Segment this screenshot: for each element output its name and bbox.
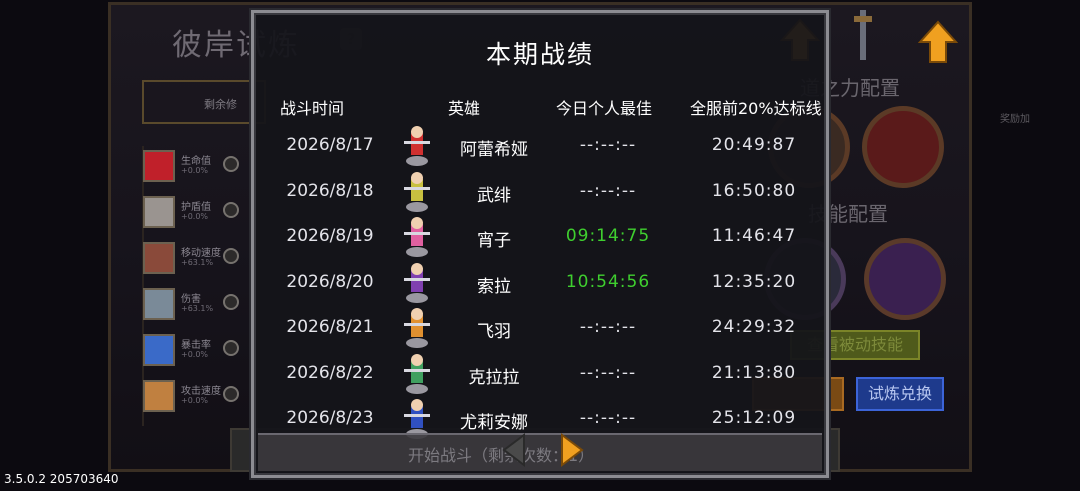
attribute-label: 伤害 [181,294,201,305]
hero-avatar-icon [404,353,430,394]
dao-slot-2[interactable] [862,106,944,188]
boot-icon [143,242,175,274]
attribute-minus-button[interactable] [223,156,239,172]
attribute-minus-button[interactable] [223,386,239,402]
attribute-minus-button[interactable] [223,202,239,218]
table-row: 2026/8/21 飞羽 --:--:-- 24:29:32 [254,305,826,351]
column-header-server-top20: 全服前20%达标线 [690,99,822,118]
skill-slot-2[interactable] [864,238,946,320]
hero-name: 宵子 [477,231,511,251]
server-top20-time: 25:12:09 [711,408,797,428]
table-row: 2026/8/22 克拉拉 --:--:-- 21:13:80 [254,351,826,397]
attribute-percent: +0.0% [181,350,209,359]
trial-exchange-button[interactable]: 试炼兑换 [856,377,944,411]
background-timer-label: 剩余修 [204,98,237,111]
battle-date: 2026/8/20 [286,271,374,292]
attribute-percent: +0.0% [181,212,209,221]
column-header-personal-best: 今日个人最佳 [556,99,653,118]
fist-icon [143,380,175,412]
shield-icon [143,196,175,228]
hero-avatar-icon [404,126,430,166]
personal-best-time: --:--:-- [579,362,637,383]
up-arrow-icon-2[interactable] [918,20,958,64]
modal-title: 本期战绩 [485,40,594,69]
hero-name: 尤莉安娜 [460,413,528,433]
attribute-label: 护盾值 [181,202,211,213]
attribute-percent: +63.1% [181,258,214,267]
attribute-row: 生命值 +0.0% [143,148,243,188]
personal-best-time: 10:54:56 [565,271,651,292]
background-timer-box: 剩余修 [142,80,266,124]
personal-best-time: --:--:-- [579,135,637,155]
hero-name: 飞羽 [477,322,511,342]
server-top20-time: 12:35:20 [711,271,797,292]
hero-avatar-icon [404,262,430,303]
attribute-row: 暴击率 +0.0% [143,332,243,372]
version-label: 3.5.0.2 205703640 [4,472,119,486]
battle-date: 2026/8/17 [286,135,374,155]
battle-date: 2026/8/23 [286,408,374,428]
hero-name: 武绯 [477,185,511,206]
eye-icon [143,334,175,366]
attribute-row: 攻击速度 +0.0% [143,378,243,418]
modal-footer: 开始战斗（剩余次数：1） [258,433,822,471]
table-row: 2026/8/18 武绯 --:--:-- 16:50:80 [254,169,826,215]
battle-date: 2026/8/22 [286,362,374,383]
heart-icon [143,150,175,182]
server-top20-time: 24:29:32 [711,317,797,337]
table-row: 2026/8/17 阿蕾希娅 --:--:-- 20:49:87 [254,123,826,169]
next-page-button[interactable] [558,433,586,467]
hero-name: 克拉拉 [468,367,520,388]
sword-icon [143,288,175,320]
attribute-minus-button[interactable] [223,248,239,264]
attribute-percent: +0.0% [181,166,209,175]
attribute-row: 移动速度 +63.1% [143,240,243,280]
server-top20-time: 11:46:47 [711,226,797,246]
hero-avatar-icon [404,308,430,348]
attribute-percent: +0.0% [181,396,209,405]
side-label: 奖励加 [1000,114,1030,125]
battle-date: 2026/8/18 [286,180,374,201]
server-top20-time: 16:50:80 [711,180,797,201]
previous-page-button[interactable] [500,433,528,467]
attribute-list: 生命值 +0.0% 护盾值 +0.0% 移动速度 +63.1% 伤害 +63.1% 暴击率 +0.… [143,148,243,424]
records-modal: 本期战绩 战斗时间 英雄 今日个人最佳 全服前20%达标线 2026/8/17 阿… [251,10,829,478]
column-header-time: 战斗时间 [280,99,345,118]
battle-date: 2026/8/21 [286,317,374,337]
battle-date: 2026/8/19 [286,226,374,246]
personal-best-time: --:--:-- [579,180,637,201]
personal-best-time: --:--:-- [579,408,637,428]
attribute-label: 攻击速度 [181,386,221,397]
column-header-hero: 英雄 [448,99,481,118]
attribute-label: 移动速度 [181,248,221,259]
table-row: 2026/8/20 索拉 10:54:56 12:35:20 [254,260,826,306]
hero-avatar-icon [404,217,430,257]
server-top20-time: 20:49:87 [711,135,797,155]
attribute-minus-button[interactable] [223,294,239,310]
hero-avatar-icon [404,171,430,212]
personal-best-time: --:--:-- [579,317,637,337]
sword-banner-icon [854,10,872,60]
hero-name: 阿蕾希娅 [460,140,528,160]
attribute-minus-button[interactable] [223,340,239,356]
attribute-label: 生命值 [181,156,211,167]
table-row: 2026/8/19 宵子 09:14:75 11:46:47 [254,214,826,260]
attribute-percent: +63.1% [181,304,214,313]
personal-best-time: 09:14:75 [565,226,651,246]
attribute-row: 护盾值 +0.0% [143,194,243,234]
attribute-label: 暴击率 [181,340,211,351]
attribute-row: 伤害 +63.1% [143,286,243,326]
hero-name: 索拉 [477,276,511,297]
server-top20-time: 21:13:80 [711,362,797,383]
